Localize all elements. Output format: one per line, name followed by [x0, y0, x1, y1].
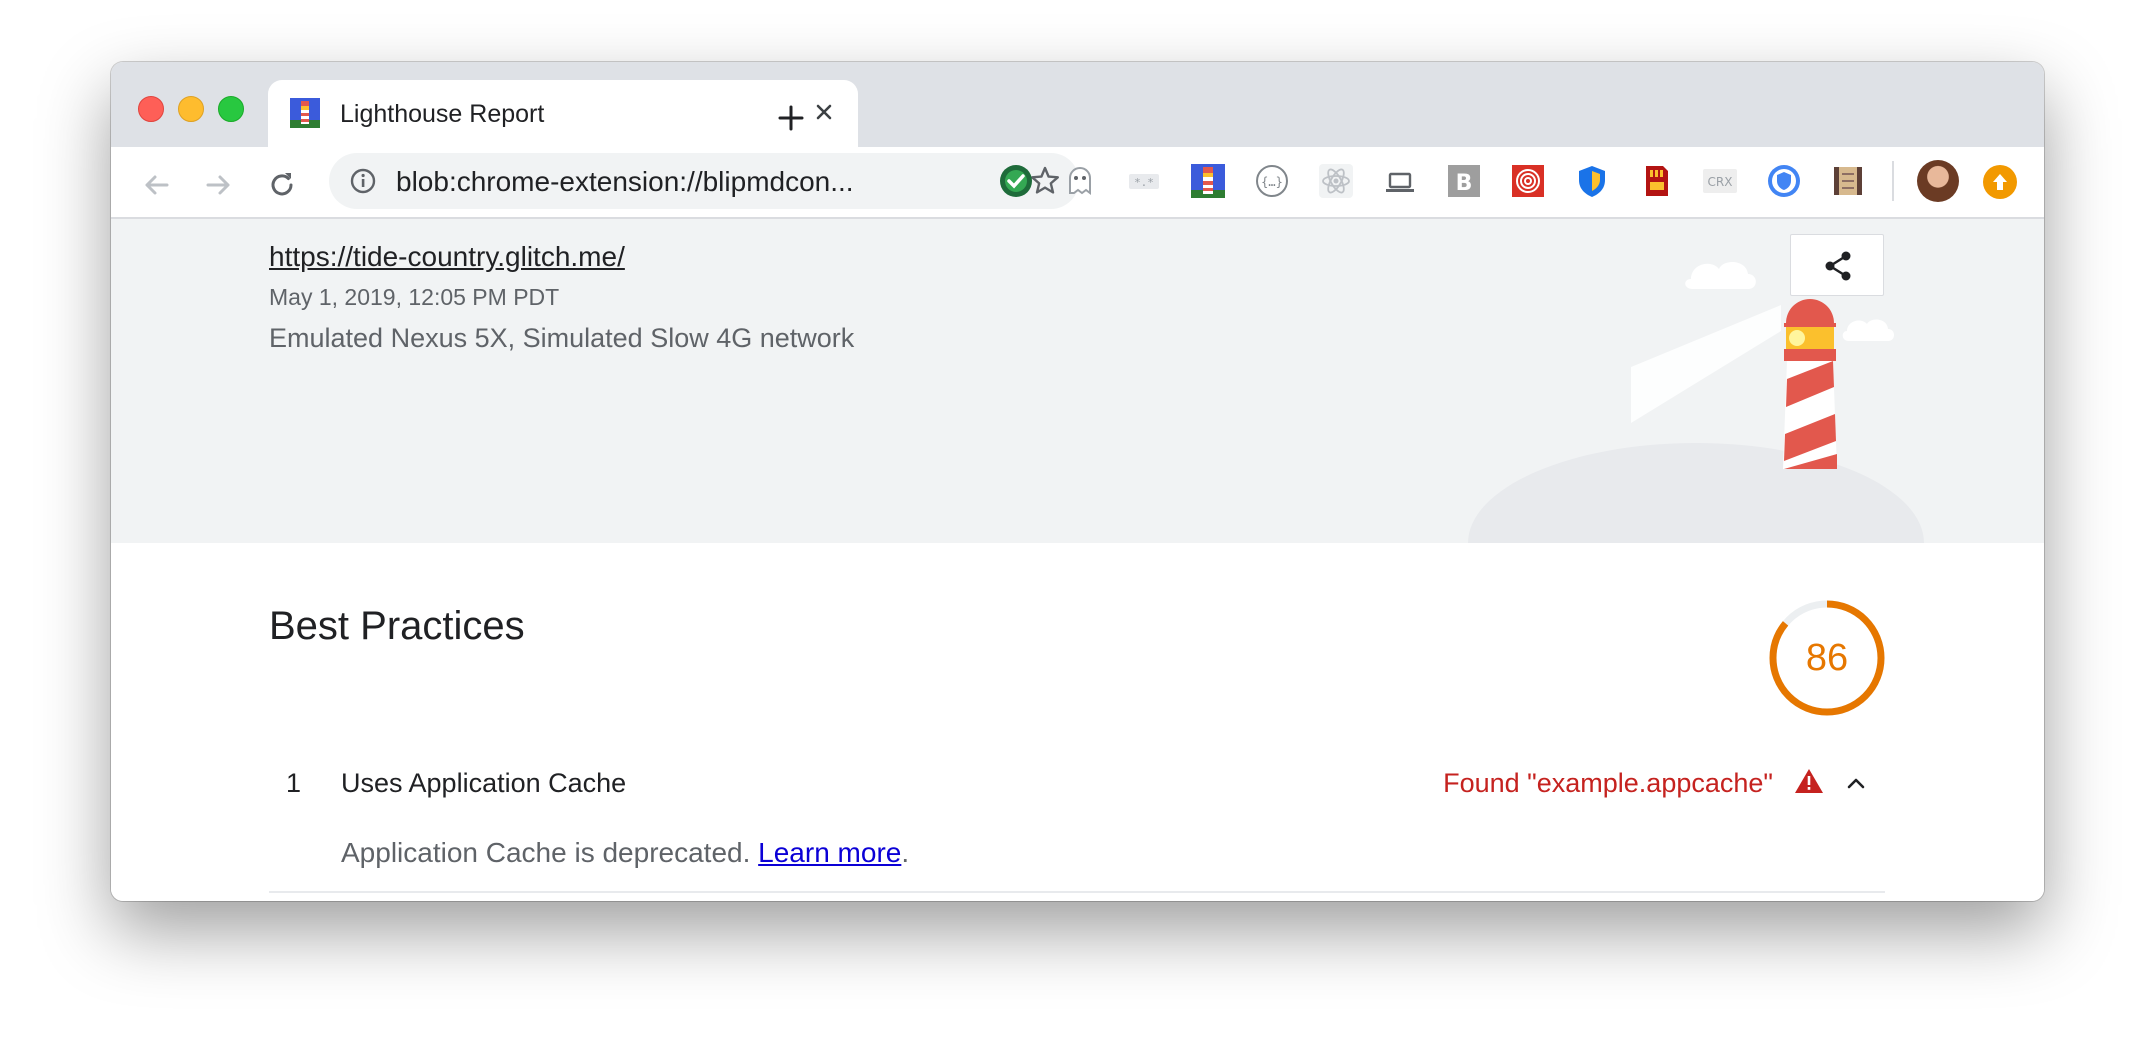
report-date: May 1, 2019, 12:05 PM PDT [269, 284, 560, 310]
crx-extension-icon[interactable]: CRX [1702, 163, 1738, 199]
report-header: https://tide-country.glitch.me/ May 1, 2… [111, 219, 2044, 543]
tab-lighthouse-report[interactable]: Lighthouse Report [268, 80, 858, 147]
shield-extension-icon[interactable] [1574, 163, 1610, 199]
json-braces-extension-icon[interactable]: {…} [1254, 163, 1290, 199]
audit-divider [269, 891, 1885, 893]
audit-title[interactable]: Uses Application Cache [341, 768, 626, 799]
audit-description-text: Application Cache is deprecated. [341, 837, 759, 868]
reload-icon[interactable] [264, 167, 300, 203]
warning-triangle-icon [1795, 769, 1823, 793]
info-icon[interactable] [349, 167, 377, 195]
score-value: 86 [1805, 637, 1849, 679]
b-letter-label: B [1456, 171, 1473, 196]
ghost-extension-icon[interactable] [1062, 163, 1098, 199]
back-arrow-icon[interactable] [138, 167, 174, 203]
sd-card-extension-icon[interactable] [1638, 163, 1674, 199]
toolbar-separator [1892, 161, 1894, 201]
new-tab-plus-icon[interactable] [771, 98, 811, 138]
update-button[interactable] [1983, 165, 2017, 199]
target-extension-icon[interactable] [1510, 163, 1546, 199]
window-minimize-button[interactable] [178, 96, 204, 122]
audit-description: Application Cache is deprecated. Learn m… [341, 837, 909, 869]
arrow-up-icon [1993, 174, 2007, 190]
b-letter-extension-icon[interactable]: B [1446, 163, 1482, 199]
toolbar-row: blob:chrome-extension://blipmdcon... *.* [111, 147, 2044, 219]
score-gauge[interactable]: 86 [1768, 599, 1886, 717]
audit-result: Found "example.appcache" [1443, 768, 1773, 798]
svg-text:*.*: *.* [1134, 176, 1154, 189]
svg-text:{…}: {…} [1261, 175, 1283, 189]
crx-label: CRX [1708, 175, 1733, 189]
audit-index: 1 [286, 768, 302, 798]
audit-description-end: . [901, 837, 910, 868]
share-icon [1825, 251, 1851, 281]
url-text[interactable]: blob:chrome-extension://blipmdcon... [396, 166, 854, 198]
tab-strip: Lighthouse Report [111, 62, 2044, 147]
category-title: Best Practices [269, 604, 525, 648]
privacy-badge-extension-icon[interactable] [1766, 163, 1802, 199]
address-bar[interactable]: blob:chrome-extension://blipmdcon... [329, 153, 1079, 209]
film-extension-icon[interactable] [1830, 163, 1866, 199]
react-extension-icon[interactable] [1318, 163, 1354, 199]
tab-title: Lighthouse Report [340, 100, 545, 128]
report-url-link[interactable]: https://tide-country.glitch.me/ [269, 241, 625, 273]
profile-avatar[interactable] [1917, 160, 1959, 202]
window-close-button[interactable] [138, 96, 164, 122]
share-button[interactable] [1790, 234, 1884, 296]
chevron-up-icon[interactable] [1844, 771, 1868, 795]
lighthouse-extension-icon[interactable] [1190, 163, 1226, 199]
forward-arrow-icon[interactable] [201, 167, 237, 203]
page-content: https://tide-country.glitch.me/ May 1, 2… [111, 219, 2044, 901]
report-environment: Emulated Nexus 5X, Simulated Slow 4G net… [269, 323, 855, 353]
lighthouse-illustration [1468, 262, 1924, 543]
check-shield-extension-icon[interactable] [998, 163, 1034, 199]
learn-more-link[interactable]: Learn more [758, 837, 901, 868]
regex-extension-icon[interactable]: *.* [1126, 163, 1162, 199]
lighthouse-favicon-icon [290, 98, 320, 128]
browser-window: Lighthouse Report blob:chrome-extension:… [111, 62, 2044, 901]
laptop-extension-icon[interactable] [1382, 163, 1418, 199]
window-zoom-button[interactable] [218, 96, 244, 122]
close-icon[interactable] [808, 96, 840, 128]
